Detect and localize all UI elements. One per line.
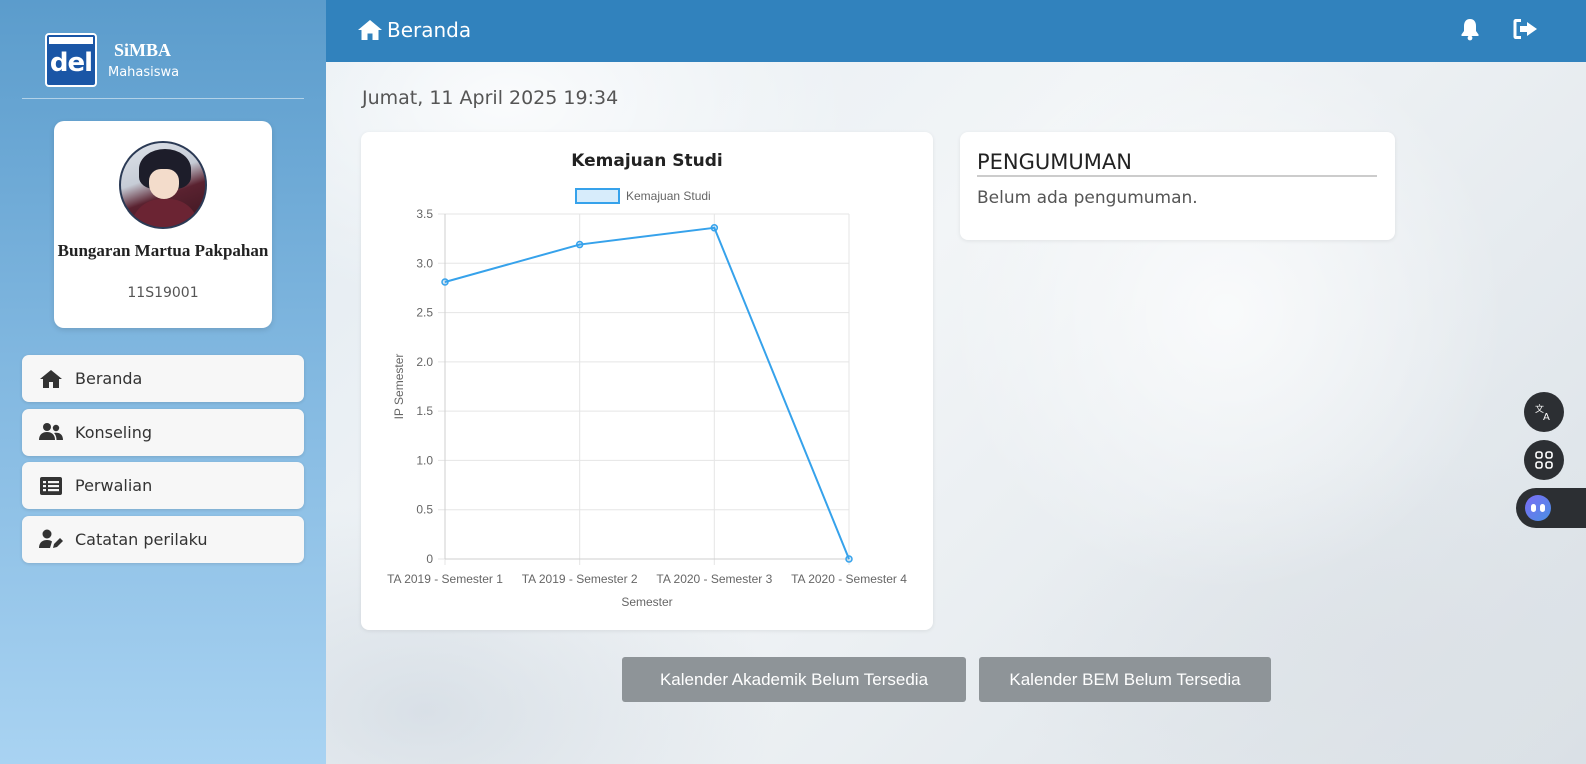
academic-calendar-button[interactable]: Kalender Akademik Belum Tersedia	[622, 657, 966, 702]
brand-title: SiMBA	[114, 40, 172, 60]
apps-grid-icon	[1535, 451, 1553, 469]
y-tick-label: 2.0	[416, 355, 433, 369]
apps-float-button[interactable]	[1524, 440, 1564, 480]
translate-float-button[interactable]: 文A	[1524, 392, 1564, 432]
svg-text:A: A	[1543, 412, 1550, 422]
sidebar-item-label: Konseling	[75, 422, 152, 442]
data-point	[441, 278, 449, 286]
sidebar-item-konseling[interactable]: Konseling	[22, 408, 304, 456]
bell-icon[interactable]	[1458, 17, 1482, 41]
bot-icon	[1525, 495, 1551, 521]
data-point	[575, 240, 584, 249]
brand[interactable]: del SiMBA Mahasiswa	[45, 33, 179, 87]
study-progress-card: Kemajuan Studi Kemajuan Studi 0 0.5 1.0 1.5 2.…	[361, 132, 933, 630]
bem-calendar-button[interactable]: Kalender BEM Belum Tersedia	[979, 657, 1271, 702]
announcement-divider	[977, 175, 1377, 177]
sidebar-item-label: Beranda	[75, 369, 143, 388]
brand-subtitle: Mahasiswa	[108, 65, 180, 80]
y-tick-label: 2.5	[416, 306, 433, 320]
announcement-card: PENGUMUMAN Belum ada pengumuman.	[960, 132, 1395, 240]
student-id: 11S19001	[127, 285, 199, 301]
announcement-body: Belum ada pengumuman.	[977, 188, 1198, 208]
users-icon	[39, 423, 63, 440]
y-tick-label: 0.5	[416, 503, 433, 517]
y-tick-label: 1.5	[416, 404, 433, 418]
main-content: Jumat, 11 April 2025 19:34 Kemajuan Stud…	[326, 62, 1586, 764]
assistant-float-button[interactable]	[1516, 488, 1586, 528]
sidebar-item-beranda[interactable]: Beranda	[22, 355, 304, 402]
translate-icon: 文A	[1535, 403, 1550, 422]
logo-text: del	[49, 48, 93, 78]
chart-title: Kemajuan Studi	[571, 151, 722, 171]
list-icon	[40, 476, 62, 495]
del-logo: del	[45, 33, 97, 87]
sidebar: del SiMBA Mahasiswa Bungaran Martua Pakp…	[0, 0, 326, 764]
legend-label: Kemajuan Studi	[626, 189, 711, 203]
profile-name: Bungaran Martua Pakpahan	[57, 241, 269, 260]
x-axis-label: Semester	[621, 595, 672, 609]
y-axis-label: IP Semester	[392, 354, 406, 420]
y-tick-label: 3.5	[416, 207, 433, 221]
home-icon	[358, 20, 382, 40]
page-title-text: Beranda	[387, 18, 472, 42]
x-tick-label: TA 2019 - Semester 2	[522, 572, 638, 586]
study-progress-chart: Kemajuan Studi Kemajuan Studi 0 0.5 1.0 1.5 2.…	[387, 151, 907, 609]
data-point	[845, 555, 853, 563]
y-tick-label: 1.0	[416, 453, 433, 467]
profile-card: Bungaran Martua Pakpahan 11S19001	[54, 121, 272, 328]
logout-icon[interactable]	[1512, 17, 1538, 41]
sidebar-divider	[22, 98, 304, 99]
announcement-title: PENGUMUMAN	[977, 150, 1132, 174]
legend-swatch	[575, 188, 620, 204]
x-tick-label: TA 2020 - Semester 4	[791, 572, 907, 586]
data-point	[710, 224, 719, 232]
sidebar-nav: Beranda Konseling Perwalian Catatan peri…	[22, 355, 304, 569]
current-datetime: Jumat, 11 April 2025 19:34	[362, 87, 619, 109]
home-icon	[40, 369, 62, 388]
sidebar-item-label: Catatan perilaku	[75, 529, 208, 549]
x-tick-label: TA 2020 - Semester 3	[656, 572, 772, 586]
avatar	[119, 141, 207, 229]
sidebar-item-label: Perwalian	[75, 476, 153, 495]
sidebar-item-catatan-perilaku[interactable]: Catatan perilaku	[22, 515, 304, 563]
page-title: Beranda	[358, 18, 471, 42]
y-tick-label: 3.0	[416, 256, 433, 270]
sidebar-item-perwalian[interactable]: Perwalian	[22, 462, 304, 509]
x-tick-label: TA 2019 - Semester 1	[387, 572, 503, 586]
topbar: Beranda	[326, 0, 1586, 62]
y-tick-label: 0	[426, 552, 433, 566]
user-edit-icon	[39, 529, 63, 548]
